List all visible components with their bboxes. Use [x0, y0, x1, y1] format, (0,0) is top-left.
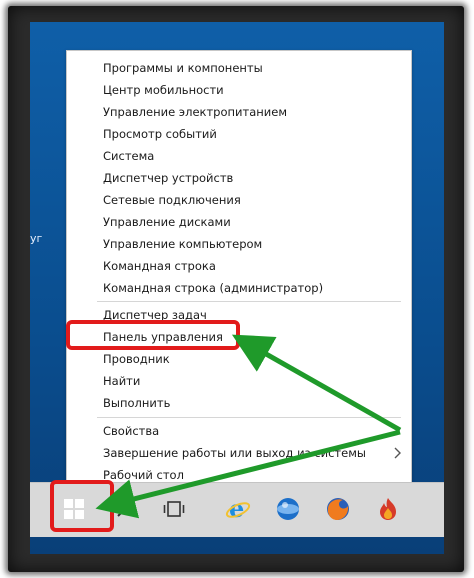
- menu-item-explorer[interactable]: Проводник: [103, 349, 170, 369]
- menu-separator: [97, 301, 401, 302]
- internet-explorer-icon: e: [225, 496, 251, 522]
- menu-separator: [97, 417, 401, 418]
- menu-item-shutdown-signout[interactable]: Завершение работы или выход из системы: [103, 443, 366, 463]
- task-view-button[interactable]: [156, 491, 192, 527]
- globe-browser-icon: [277, 498, 299, 520]
- menu-item-run[interactable]: Выполнить: [103, 393, 170, 413]
- menu-item-search[interactable]: Найти: [103, 371, 140, 391]
- menu-item-network-connections[interactable]: Сетевые подключения: [103, 190, 241, 210]
- search-button[interactable]: [108, 491, 144, 527]
- firefox-button[interactable]: [320, 491, 356, 527]
- menu-item-system[interactable]: Система: [103, 146, 154, 166]
- desktop: уг Программы и компоненты Центр мобильно…: [30, 22, 444, 554]
- search-icon: [117, 500, 134, 517]
- ie-button[interactable]: e: [220, 491, 256, 527]
- menu-item-command-prompt[interactable]: Командная строка: [103, 256, 216, 276]
- task-view-icon: [163, 501, 185, 517]
- menu-item-properties[interactable]: Свойства: [103, 421, 159, 441]
- browser-button[interactable]: [270, 491, 306, 527]
- menu-item-programs-features[interactable]: Программы и компоненты: [103, 58, 263, 78]
- menu-item-task-manager[interactable]: Диспетчер задач: [103, 305, 207, 325]
- menu-item-power-options[interactable]: Управление электропитанием: [103, 102, 287, 122]
- menu-item-event-viewer[interactable]: Просмотр событий: [103, 124, 217, 144]
- desktop-icon-label: уг: [30, 232, 43, 245]
- start-button[interactable]: [56, 491, 92, 527]
- menu-item-computer-management[interactable]: Управление компьютером: [103, 234, 262, 254]
- firefox-icon: [327, 498, 349, 520]
- flame-app-icon: [380, 498, 396, 520]
- menu-item-command-prompt-admin[interactable]: Командная строка (администратор): [103, 278, 323, 298]
- windows-start-icon: [64, 499, 84, 519]
- chevron-right-icon: [394, 447, 401, 459]
- menu-item-mobility-center[interactable]: Центр мобильности: [103, 80, 224, 100]
- taskbar: e: [30, 482, 444, 537]
- menu-item-disk-management[interactable]: Управление дисками: [103, 212, 231, 232]
- menu-item-device-manager[interactable]: Диспетчер устройств: [103, 168, 233, 188]
- winx-context-menu: Программы и компоненты Центр мобильности…: [66, 50, 412, 484]
- menu-item-control-panel[interactable]: Панель управления: [103, 327, 223, 347]
- flame-app-button[interactable]: [370, 491, 406, 527]
